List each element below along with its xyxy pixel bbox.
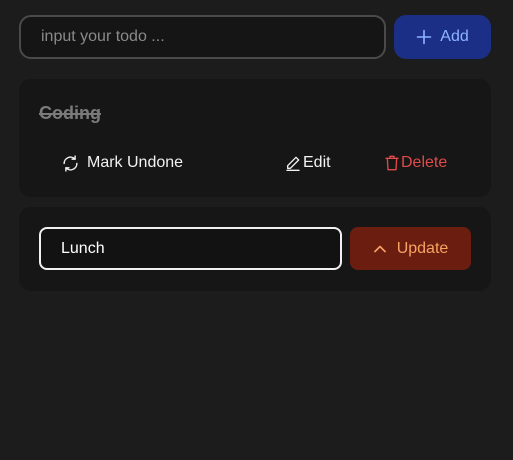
add-button-label: Add [440,28,469,45]
mark-undone-label: Mark Undone [87,154,184,171]
delete-label: Delete [401,154,448,171]
mark-undone-button[interactable]: Mark Undone [62,151,183,175]
pencil-icon [285,155,301,171]
chevron-up-icon [373,242,387,256]
add-button[interactable]: Add [394,15,491,59]
delete-button[interactable]: Delete [385,151,447,175]
update-button-label: Update [396,239,449,257]
edit-label: Edit [303,154,331,171]
edit-button[interactable]: Edit [285,151,331,175]
plus-icon [416,29,432,45]
todo-item-editing: Update [19,207,491,291]
refresh-icon [62,154,79,172]
edit-todo-input[interactable] [39,227,342,270]
update-button[interactable]: Update [350,227,471,270]
trash-icon [385,155,399,171]
todo-app: Add Coding Mark Undone Edit [0,0,513,460]
todo-title: Coding [39,103,101,123]
todo-item: Coding Mark Undone Edit Delete [19,79,491,197]
new-todo-input[interactable] [19,15,386,59]
